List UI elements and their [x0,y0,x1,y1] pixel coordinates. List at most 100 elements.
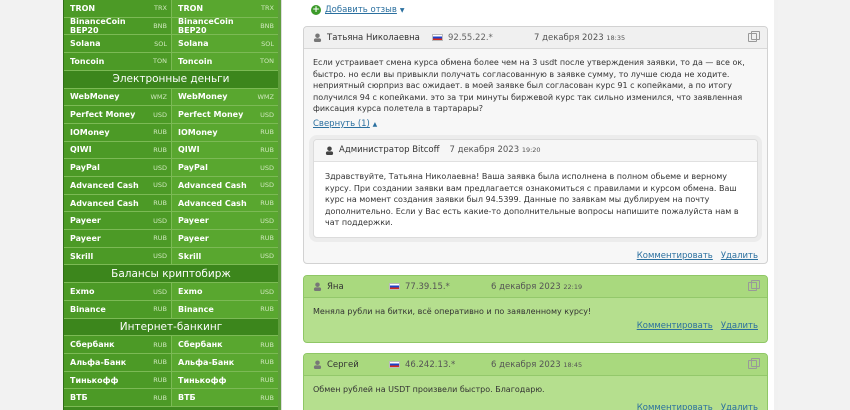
currency-code: USD [153,110,167,119]
currency-code: USD [153,163,167,172]
get-currency-item[interactable]: QIWI RUB [171,141,278,159]
review-card: Сергей 46.242.13.* 6 декабря 2023 18:45 … [303,353,768,410]
give-currency-item[interactable]: Сбербанк RUB [64,336,171,354]
get-currency-item[interactable]: Сбербанк RUB [171,336,278,354]
get-currency-item[interactable]: Advanced Cash USD [171,176,278,194]
exchange-pair-row: Payeer USD Payeer USD [64,212,278,231]
give-currency-item[interactable]: Advanced Cash RUB [64,194,171,212]
currency-code: RUB [260,234,274,243]
currency-name: Advanced Cash [70,198,139,208]
currency-name: Perfect Money [70,110,136,120]
get-currency-item[interactable]: WebMoney WMZ [171,88,278,106]
give-currency-item[interactable]: Advanced Cash USD [64,176,171,194]
currency-name: Perfect Money [178,110,244,120]
exchange-pair-row: Сбербанк RUB Сбербанк RUB [64,336,278,355]
give-currency-item[interactable]: WebMoney WMZ [64,88,171,106]
admin-reply-time: 19:20 [521,146,541,155]
get-currency-item[interactable]: Advanced Cash RUB [171,194,278,212]
give-currency-item[interactable]: QIWI RUB [64,141,171,159]
admin-reply: Администратор Bitcoff 7 декабря 2023 19:… [313,138,758,238]
get-currency-item[interactable]: Skrill USD [171,247,278,265]
currency-name: Payeer [178,233,209,243]
review-date: 6 декабря 2023 22:19 [491,282,582,292]
currency-name: Payeer [70,233,101,243]
copy-icon[interactable] [748,31,760,42]
give-currency-item[interactable]: BinanceCoin BEP20 BNB [64,17,171,35]
comment-link[interactable]: Комментировать [637,251,713,261]
get-currency-item[interactable]: Альфа-Банк RUB [171,354,278,371]
get-currency-item[interactable]: IOMoney RUB [171,123,278,141]
give-currency-item[interactable]: Альфа-Банк RUB [64,354,171,371]
give-currency-item[interactable]: Exmo USD [64,283,171,300]
collapse-replies-link[interactable]: Свернуть (1) ▲ [313,119,377,129]
get-currency-item[interactable]: BinanceCoin BEP20 BNB [171,17,278,36]
get-currency-item[interactable]: Payeer RUB [171,230,278,247]
currency-name: Тинькофф [178,375,227,385]
give-currency-item[interactable]: IOMoney RUB [64,123,171,141]
give-currency-item[interactable]: Skrill USD [64,247,171,265]
give-currency-item[interactable]: Тинькофф RUB [64,371,171,389]
currency-code: RUB [153,128,167,137]
exchange-pair-row: Advanced Cash RUB Advanced Cash RUB [64,194,278,213]
get-currency-item[interactable]: TRON TRX [171,0,278,17]
give-currency-item[interactable]: PayPal USD [64,159,171,176]
give-currency-item[interactable]: TRON TRX [64,0,171,17]
exchange-directions-sidebar: TRON TRX TRON TRX BinanceCoin BEP20 BNB Binanc… [63,0,281,410]
review-time: 18:35 [606,33,626,42]
currency-code: SOL [154,39,167,48]
currency-code: WMZ [150,92,168,101]
currency-code: USD [260,252,274,261]
review-text: Обмен рублей на USDT произвели быстро. Б… [313,385,545,394]
currency-code: RUB [153,358,167,367]
currency-name: Exmo [70,287,95,297]
get-currency-item[interactable]: Binance RUB [171,300,278,318]
review-actions: Комментировать Удалить [304,399,767,410]
add-review-link[interactable]: + Добавить отзыв ▼ [311,5,405,15]
get-currency-item[interactable]: Solana SOL [171,35,278,53]
get-currency-item[interactable]: ВТБ RUB [171,389,278,407]
comment-link[interactable]: Комментировать [637,321,713,331]
currency-name: ВТБ [178,393,196,403]
reviewer-name: Татьяна Николаевна [327,32,420,43]
delete-link[interactable]: Удалить [721,403,758,410]
copy-icon[interactable] [748,358,760,369]
currency-code: RUB [260,145,274,154]
give-currency-item[interactable]: Payeer USD [64,212,171,230]
get-currency-item[interactable]: Тинькофф RUB [171,371,278,389]
give-currency-item[interactable]: Solana SOL [64,35,171,53]
sidebar-section-heading: Интернет-банкинг [64,318,278,337]
currency-code: USD [153,287,167,296]
collapse-label: Свернуть (1) [313,118,370,129]
user-icon [313,33,322,42]
give-currency-item[interactable]: Perfect Money USD [64,106,171,123]
currency-code: RUB [153,305,167,314]
currency-name: WebMoney [70,92,120,102]
exchange-pair-row: Skrill USD Skrill USD [64,247,278,266]
reviewer-ip: 77.39.15.* [405,281,450,292]
get-currency-item[interactable]: Perfect Money USD [171,106,278,123]
delete-link[interactable]: Удалить [721,251,758,261]
get-currency-item[interactable]: PayPal USD [171,159,278,176]
russia-flag-icon [389,361,400,368]
currency-code: RUB [153,393,167,402]
give-currency-item[interactable]: Payeer RUB [64,230,171,247]
admin-reply-header: Администратор Bitcoff 7 декабря 2023 19:… [314,139,757,162]
give-currency-item[interactable]: ВТБ RUB [64,389,171,407]
review-time: 18:45 [563,360,583,369]
user-icon [313,360,322,369]
currency-name: Payeer [178,216,209,226]
delete-link[interactable]: Удалить [721,321,758,331]
copy-icon[interactable] [748,280,760,291]
exchange-pair-row: Toncoin TON Toncoin TON [64,53,278,71]
get-currency-item[interactable]: Payeer USD [171,212,278,230]
give-currency-item[interactable]: Binance RUB [64,300,171,318]
get-currency-item[interactable]: Exmo USD [171,283,278,300]
currency-name: Skrill [70,251,94,261]
exchange-pair-row: Binance RUB Binance RUB [64,300,278,319]
review-date-day: 7 декабря 2023 [534,32,604,43]
currency-name: BinanceCoin BEP20 [178,17,234,36]
give-currency-item[interactable]: Toncoin TON [64,53,171,70]
get-currency-item[interactable]: Toncoin TON [171,53,278,70]
comment-link[interactable]: Комментировать [637,403,713,410]
review-header: Яна 77.39.15.* 6 декабря 2023 22:19 [304,276,767,298]
